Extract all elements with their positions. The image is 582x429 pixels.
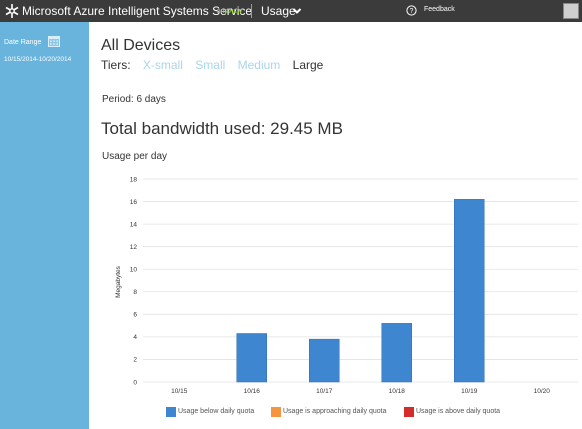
tier-small[interactable]: Small bbox=[195, 58, 225, 72]
logo-icon bbox=[5, 4, 19, 18]
svg-text:?: ? bbox=[410, 8, 414, 15]
tier-medium[interactable]: Medium bbox=[238, 58, 281, 72]
usage-per-day-title: Usage per day bbox=[102, 151, 168, 162]
header-divider bbox=[251, 4, 252, 18]
page-title: All Devices bbox=[101, 37, 181, 54]
legend-swatch bbox=[166, 407, 176, 417]
sidebar: Date Range 10/15/2014-10/20/2014 bbox=[0, 22, 89, 429]
top-bar: Microsoft Azure Intelligent Systems Serv… bbox=[0, 0, 582, 22]
user-icon[interactable] bbox=[563, 3, 579, 19]
usage-menu[interactable]: Usage bbox=[261, 4, 296, 18]
legend-label: Usage is above daily quota bbox=[416, 408, 501, 415]
legend-swatch bbox=[271, 407, 281, 417]
tier-selector: Tiers: X-small Small Medium Large bbox=[101, 58, 332, 72]
chevron-down-icon[interactable] bbox=[292, 6, 302, 16]
total-bandwidth: Total bandwidth used: 29.45 MB bbox=[101, 119, 343, 138]
tier-x-small[interactable]: X-small bbox=[143, 58, 183, 72]
legend-swatch bbox=[404, 407, 414, 417]
help-icon[interactable]: ? bbox=[406, 5, 417, 16]
period-text: Period: 6 days bbox=[102, 94, 166, 105]
tier-large[interactable]: Large bbox=[293, 58, 324, 72]
legend-label: Usage below daily quota bbox=[178, 408, 255, 415]
feedback-link[interactable]: Feedback bbox=[424, 6, 455, 13]
date-range-label: Date Range bbox=[4, 39, 42, 46]
preview-badge: PREVIEW bbox=[217, 9, 243, 15]
calendar-icon[interactable] bbox=[48, 35, 60, 47]
tiers-label: Tiers: bbox=[101, 58, 131, 72]
date-range-value[interactable]: 10/15/2014-10/20/2014 bbox=[4, 56, 71, 63]
main-content: All Devices Tiers: X-small Small Medium … bbox=[89, 22, 582, 429]
legend-label: Usage is approaching daily quota bbox=[283, 408, 387, 415]
